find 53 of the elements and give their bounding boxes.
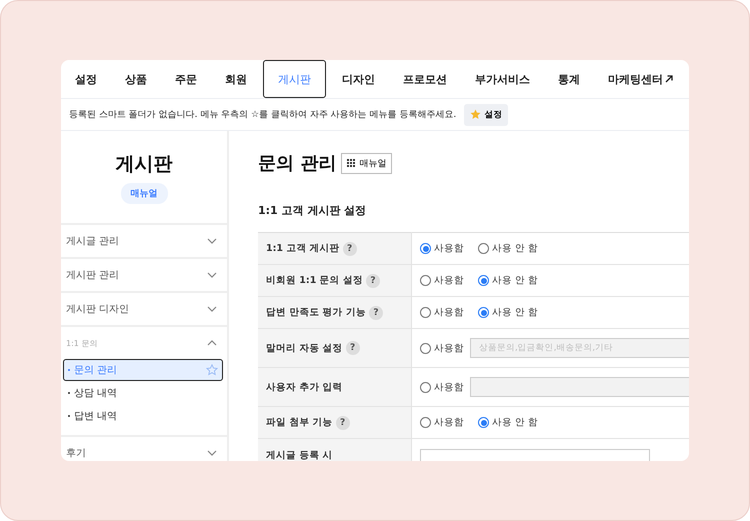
nav-tab[interactable]: 설정 bbox=[63, 60, 109, 98]
sidebar-group[interactable]: 게시글 관리 bbox=[61, 225, 227, 257]
nav-tab[interactable]: 게시판 bbox=[263, 60, 326, 98]
sidebar-item[interactable]: 답변 내역 bbox=[63, 405, 223, 427]
page-title: 문의 관리 bbox=[258, 152, 336, 175]
nav-tab[interactable]: 디자인 bbox=[330, 60, 387, 98]
star-icon bbox=[470, 109, 482, 120]
row-label: 비회원 1:1 문의 설정 bbox=[266, 274, 363, 287]
nav-tab[interactable]: 상품 bbox=[113, 60, 159, 98]
radio-option[interactable]: 사용함 bbox=[420, 416, 464, 429]
chevron-icon bbox=[207, 238, 217, 244]
star-icon[interactable] bbox=[206, 364, 218, 376]
notice-text: 등록된 스마트 폴더가 없습니다. 메뉴 우측의 ☆를 클릭하여 자주 사용하는 메뉴를 등록해주세요. bbox=[69, 109, 456, 121]
chevron-icon bbox=[207, 340, 217, 346]
radio-option[interactable]: 사용함 bbox=[420, 274, 464, 287]
radio-option[interactable]: 사용 안 함 bbox=[478, 416, 538, 429]
sidebar-item[interactable]: 상담 내역 bbox=[63, 382, 223, 404]
help-icon[interactable]: ? bbox=[342, 242, 357, 256]
nav-tab[interactable]: 통계 bbox=[546, 60, 592, 98]
row-label: 말머리 자동 설정 bbox=[266, 342, 343, 354]
help-icon[interactable]: ? bbox=[366, 274, 380, 288]
radio-option[interactable]: 사용함 bbox=[420, 306, 464, 319]
grid-icon bbox=[347, 159, 356, 167]
radio-option[interactable]: 사용 안 함 bbox=[478, 274, 538, 287]
sidebar-group[interactable]: 게시판 디자인 bbox=[61, 293, 227, 325]
row-label: 파일 첨부 기능 bbox=[266, 416, 333, 429]
chevron-icon bbox=[207, 272, 217, 278]
radio-option[interactable]: 사용함 bbox=[420, 342, 464, 354]
radio-option[interactable]: 사용 안 함 bbox=[478, 242, 538, 255]
chevron-icon bbox=[207, 306, 217, 312]
section-title: 1:1 고객 게시판 설정 bbox=[258, 203, 368, 218]
text-field[interactable] bbox=[470, 377, 689, 397]
nav-tab[interactable]: 회원 bbox=[213, 60, 259, 98]
sidebar-group[interactable]: 후기 bbox=[61, 437, 227, 461]
radio-option[interactable]: 사용함 bbox=[420, 242, 464, 255]
nav-tab[interactable]: 주문 bbox=[163, 60, 209, 98]
row-label: 게시글 등록 시 bbox=[266, 449, 334, 461]
sidebar-group[interactable]: 게시판 관리 bbox=[61, 259, 227, 291]
nav-tab[interactable]: 프로모션 bbox=[391, 60, 459, 98]
radio-option[interactable]: 사용함 bbox=[420, 380, 464, 394]
nav-tab[interactable]: 부가서비스 bbox=[463, 60, 542, 98]
help-icon[interactable]: ? bbox=[336, 416, 350, 430]
nav-tab[interactable]: 마케팅센터 bbox=[596, 60, 685, 98]
row-label: 답변 만족도 평가 기능 bbox=[266, 306, 366, 319]
manual-button[interactable]: 매뉴얼 bbox=[341, 152, 392, 174]
row-label: 사용자 추가 입력 bbox=[266, 380, 343, 394]
help-icon[interactable]: ? bbox=[346, 341, 360, 355]
row-label: 1:1 고객 게시판 bbox=[266, 242, 340, 255]
settings-button[interactable]: 설정 bbox=[464, 104, 508, 126]
sidebar-title: 게시판 bbox=[116, 152, 172, 176]
help-icon[interactable]: ? bbox=[368, 306, 383, 320]
radio-option[interactable]: 사용 안 함 bbox=[478, 306, 538, 319]
chevron-icon bbox=[207, 450, 217, 456]
